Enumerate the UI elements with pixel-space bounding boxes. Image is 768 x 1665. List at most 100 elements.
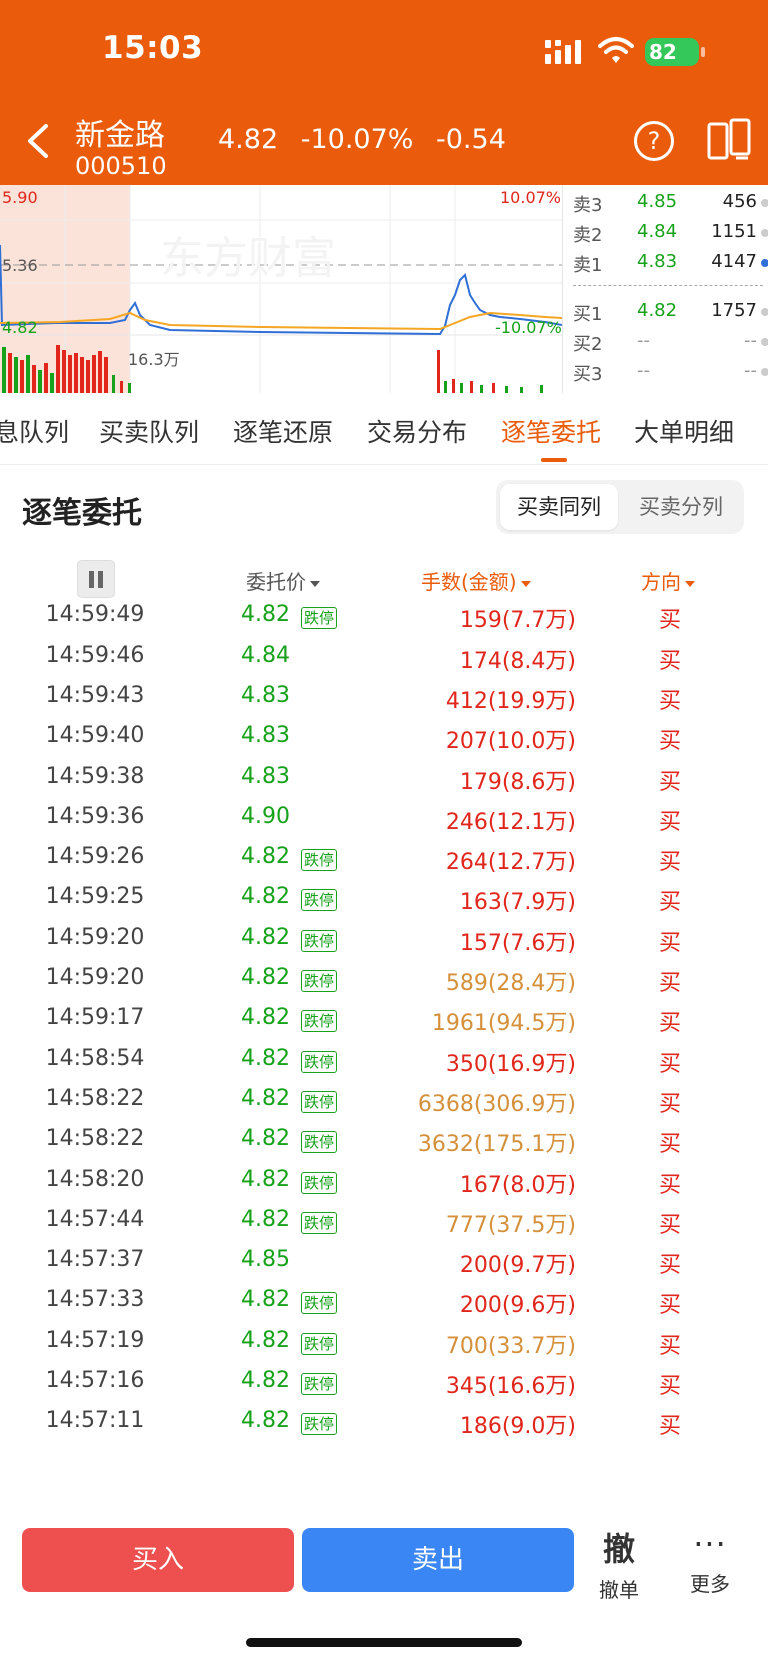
seg-same-column[interactable]: 买卖同列 [500, 484, 618, 530]
bid-row: 买2 -- -- [563, 330, 768, 356]
row-price: 4.82 [241, 1327, 290, 1353]
sort-down-icon [520, 580, 531, 587]
col-header-price[interactable]: 委托价 [246, 566, 320, 595]
row-time: 14:57:44 [45, 1206, 145, 1232]
row-time: 14:59:20 [45, 965, 145, 990]
row-time: 14:58:22 [45, 1126, 145, 1152]
row-direction: 买 [659, 608, 682, 634]
row-price: 4.82 [241, 602, 290, 628]
limit-badge: 跌停 [301, 1010, 338, 1033]
tab-trade-distribution[interactable]: 交易分布 [367, 413, 467, 449]
row-time: 14:59:25 [45, 884, 145, 910]
bid-price: -- [637, 330, 650, 351]
bid-label: 买3 [573, 364, 603, 385]
row-volume: 777(37.5万) [445, 1212, 576, 1238]
col-header-volume[interactable]: 手数(金额) [421, 566, 531, 595]
change-percent: -10.07% [300, 124, 414, 155]
row-direction: 买 [659, 850, 682, 876]
status-time: 15:03 [102, 30, 204, 66]
tab-queue[interactable]: 息队列 [0, 413, 69, 449]
seg-split-column[interactable]: 买卖分列 [622, 484, 740, 530]
section-title: 逐笔委托 [22, 496, 142, 531]
cancel-order-button[interactable]: 撤 撤单 [592, 1524, 646, 1603]
more-icon: ··· [693, 1525, 727, 1563]
row-time: 14:59:36 [45, 803, 145, 829]
switch-layout-icon[interactable] [706, 118, 752, 162]
limit-badge: 跌停 [301, 849, 338, 872]
table-row: 14:57:37 4.85 200(9.7万) 买 [0, 1247, 768, 1290]
limit-badge: 跌停 [301, 1373, 338, 1395]
row-volume: 1961(94.5万) [431, 1011, 576, 1037]
ask-label: 卖1 [573, 255, 603, 276]
ask-volume: 456 [722, 191, 757, 212]
row-volume: 200(9.6万) [459, 1293, 576, 1319]
pause-icon[interactable] [77, 560, 115, 598]
buy-button[interactable]: 买入 [22, 1528, 294, 1592]
table-row: 14:59:36 4.90 246(12.1万) 买 [0, 804, 768, 847]
chart-low-label: 4.82 [2, 318, 38, 337]
intraday-chart[interactable]: 东方财富 5.90 5.36 4.82 10.07% -10.07% 16.3万 [0, 185, 562, 393]
table-row: 14:59:17 4.82 跌停 1961(94.5万) 买 [0, 1005, 768, 1048]
row-volume: 186(9.0万) [459, 1414, 576, 1440]
order-book[interactable]: 卖3 4.85 456 卖2 4.84 1151 卖1 4.83 4147 买1… [562, 185, 768, 393]
tick-order-list[interactable]: 14:59:595.90涨停170(10.0万)买14:59:494.82跌停1… [0, 600, 768, 1514]
layout-segmented-control: 买卖同列 买卖分列 [496, 480, 744, 534]
row-volume: 157(7.6万) [459, 930, 576, 956]
table-row: 14:59:40 4.83 207(10.0万) 买 [0, 723, 768, 766]
tab-tick-restore[interactable]: 逐笔还原 [233, 413, 333, 449]
row-price: 4.82 [241, 1166, 290, 1192]
row-price: 4.82 [241, 1085, 290, 1111]
ask-price: 4.83 [637, 251, 678, 272]
row-price: 4.85 [241, 1247, 290, 1273]
sell-button[interactable]: 卖出 [302, 1528, 574, 1592]
row-price: 4.83 [241, 763, 290, 789]
row-volume: 700(33.7万) [445, 1333, 576, 1359]
ask-row: 卖2 4.84 1151 [563, 221, 768, 247]
bid-price: -- [637, 360, 650, 381]
stock-name: 新金路 [75, 118, 165, 153]
chart-watermark: 东方财富 [160, 233, 336, 284]
dot-icon [761, 259, 768, 267]
table-row: 14:57:11 4.82 跌停 186(9.0万) 买 [0, 1408, 768, 1451]
top-bar: 15:03 82 新金路 000510 4.82 -10.07% -0.54 ? [0, 0, 768, 185]
limit-badge: 跌停 [301, 970, 338, 992]
tab-big-orders[interactable]: 大单明细 [634, 413, 734, 449]
battery-icon: 82 [645, 38, 705, 66]
back-icon[interactable] [24, 122, 52, 160]
row-price: 4.82 [241, 1408, 290, 1434]
row-direction: 买 [659, 1091, 682, 1117]
col-header-direction[interactable]: 方向 [641, 566, 695, 595]
bid-row: 买1 4.82 1757 [563, 300, 768, 326]
sort-down-icon [310, 580, 320, 587]
more-button[interactable]: ··· 更多 [680, 1524, 740, 1597]
row-volume: 246(12.1万) [445, 809, 576, 835]
chart-high-label: 5.90 [2, 188, 38, 207]
row-time: 14:59:26 [45, 844, 145, 870]
row-direction: 买 [659, 1051, 682, 1077]
cancel-label: 撤单 [599, 1578, 639, 1602]
home-indicator [246, 1638, 522, 1647]
row-price: 4.90 [241, 803, 290, 829]
cellular-signal-icon [545, 40, 581, 64]
table-row: 14:57:19 4.82 跌停 700(33.7万) 买 [0, 1328, 768, 1371]
row-direction: 买 [659, 1333, 682, 1359]
help-icon[interactable]: ? [634, 121, 674, 161]
table-row: 14:58:20 4.82 跌停 167(8.0万) 买 [0, 1167, 768, 1210]
row-time: 14:59:49 [45, 602, 145, 628]
row-price: 4.82 [241, 1126, 290, 1152]
limit-badge: 跌停 [301, 1292, 338, 1315]
col-header-volume-label: 手数(金额) [421, 570, 517, 594]
row-price: 4.83 [241, 723, 290, 749]
dot-icon [761, 338, 768, 346]
row-direction: 买 [659, 1293, 682, 1319]
row-price: 4.82 [241, 965, 290, 990]
table-row: 14:58:22 4.82 跌停 6368(306.9万) 买 [0, 1086, 768, 1129]
chart-top-pct: 10.07% [500, 188, 561, 207]
row-price: 4.82 [241, 924, 290, 950]
row-volume: 159(7.7万) [459, 608, 576, 634]
table-row: 14:59:43 4.83 412(19.9万) 买 [0, 683, 768, 726]
tab-bid-ask-queue[interactable]: 买卖队列 [99, 413, 199, 449]
tab-tick-orders[interactable]: 逐笔委托 [501, 413, 601, 449]
row-time: 14:59:46 [45, 642, 145, 668]
row-direction: 买 [659, 729, 682, 755]
